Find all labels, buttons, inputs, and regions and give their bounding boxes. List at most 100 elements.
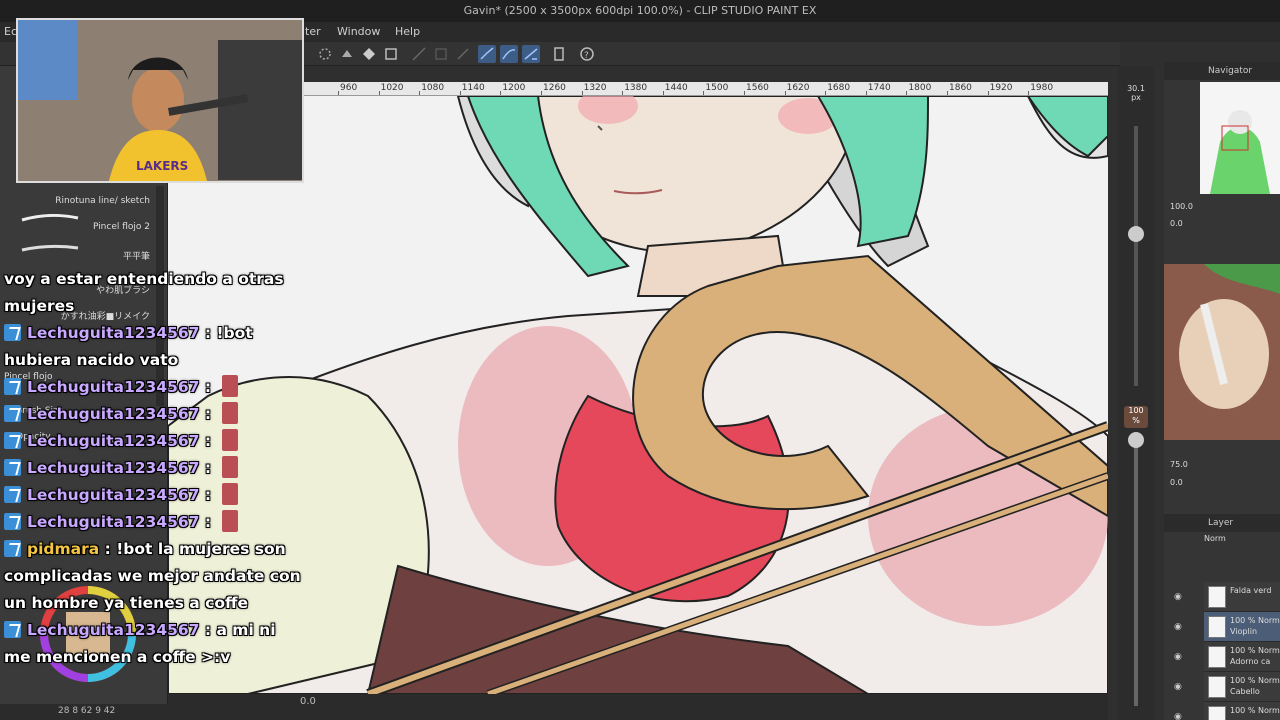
- layer-name: Vioplin: [1230, 627, 1258, 636]
- emote-icon: [222, 429, 239, 451]
- chat-username[interactable]: pidmara: [27, 540, 99, 558]
- size-value: 30.1: [1127, 84, 1145, 93]
- size-slider-track[interactable]: [1134, 126, 1138, 386]
- ruler-tick-label: 1800: [908, 83, 932, 93]
- menu-help[interactable]: Help: [395, 25, 420, 38]
- chat-username[interactable]: Lechuguita1234567: [27, 513, 199, 531]
- svg-text:LAKERS: LAKERS: [136, 159, 188, 173]
- prime-badge-icon: [4, 432, 21, 449]
- canvas-zoom-readout[interactable]: 0.0: [300, 696, 316, 707]
- subview-zoom[interactable]: 75.0: [1170, 460, 1188, 469]
- navigator-header: Navigator: [1164, 62, 1280, 80]
- chat-message: complicadas we mejor andate con: [0, 563, 301, 590]
- opacity-slider-knob[interactable]: [1128, 432, 1144, 448]
- emote-icon: [222, 483, 239, 505]
- emote-icon: [222, 456, 239, 478]
- chat-message: hubiera nacido vato: [0, 347, 300, 374]
- ruler-tick: [662, 91, 664, 95]
- layer-info: 100 % Norm Vioplin: [1230, 615, 1280, 637]
- chat-message: Lechuguita1234567 :: [0, 482, 300, 509]
- visibility-eye-icon[interactable]: ◉: [1174, 622, 1186, 632]
- ruler-tick: [703, 91, 705, 95]
- chat-separator: :: [199, 432, 217, 450]
- fill-icon[interactable]: [338, 45, 356, 63]
- transform-icon[interactable]: [316, 45, 334, 63]
- ruler-tick: [744, 91, 745, 95]
- chat-separator: :: [199, 621, 217, 639]
- visibility-eye-icon[interactable]: ◉: [1174, 592, 1186, 602]
- layer-info: 100 % Norm: [1230, 705, 1280, 716]
- snap-ruler-icon[interactable]: [478, 45, 496, 63]
- subview-rotation[interactable]: 0.0: [1170, 478, 1183, 487]
- opacity-readout: 100 %: [1124, 406, 1148, 428]
- ruler-tick: [1028, 91, 1030, 95]
- chat-message: voy a estar entendiendo a otras: [0, 266, 300, 293]
- bucket-icon[interactable]: [360, 45, 378, 63]
- size-slider-knob[interactable]: [1128, 226, 1144, 242]
- ruler-tick-label: 1920: [989, 83, 1013, 93]
- snap-disabled-icon[interactable]: [454, 45, 472, 63]
- navigator-zoom[interactable]: 100.0: [1170, 202, 1193, 211]
- chat-message: Lechuguita1234567 : a mi ni: [0, 617, 300, 644]
- crop-icon[interactable]: [382, 45, 400, 63]
- menu-filter[interactable]: lter: [302, 25, 321, 38]
- navigator-rotation[interactable]: 0.0: [1170, 219, 1183, 228]
- prime-badge-icon: [4, 405, 21, 422]
- navigator-title: Navigator: [1208, 66, 1253, 76]
- ruler-tick-label: 1680: [827, 83, 851, 93]
- chat-username[interactable]: Lechuguita1234567: [27, 486, 199, 504]
- device-icon[interactable]: [550, 45, 568, 63]
- app-window: Gavin* (2500 x 3500px 600dpi 100.0%) - C…: [0, 0, 1280, 720]
- help-icon[interactable]: ?: [578, 45, 596, 63]
- chat-username[interactable]: Lechuguita1234567: [27, 432, 199, 450]
- chat-username[interactable]: Lechuguita1234567: [27, 378, 199, 396]
- drawing-canvas[interactable]: [168, 96, 1108, 694]
- visibility-eye-icon[interactable]: ◉: [1174, 652, 1186, 662]
- chat-username[interactable]: Lechuguita1234567: [27, 324, 199, 342]
- layer-row[interactable]: 100 % Norm Vioplin: [1204, 612, 1280, 642]
- visibility-eye-icon[interactable]: ◉: [1174, 682, 1186, 692]
- visibility-eye-icon[interactable]: ◉: [1174, 712, 1186, 720]
- ruler-tick: [865, 91, 867, 95]
- ruler-tick: [622, 91, 624, 95]
- brush-item[interactable]: Rinotuna line/ sketch: [16, 180, 156, 208]
- chat-message: mujeres: [0, 293, 300, 320]
- prime-badge-icon: [4, 513, 21, 530]
- brush-item[interactable]: 平平筆: [16, 236, 156, 264]
- snap-grid-icon[interactable]: [522, 45, 540, 63]
- layer-row[interactable]: 100 % Norm: [1204, 702, 1280, 720]
- chat-text: un hombre ya tienes a coffe: [4, 594, 249, 612]
- ruler-tick-label: 1740: [867, 83, 891, 93]
- chat-text: !bot la mujeres son: [116, 540, 286, 558]
- ruler-tick-label: 1140: [461, 83, 485, 93]
- horizontal-ruler: 960 1020 1080 1140 1200 1260 1320 1380 1440 1500 1…: [304, 82, 1108, 96]
- layer-row[interactable]: 100 % Norm Cabello: [1204, 672, 1280, 702]
- subview-preview[interactable]: [1164, 264, 1280, 440]
- layer-row[interactable]: 100 % Norm Adorno ca: [1204, 642, 1280, 672]
- chat-username[interactable]: Lechuguita1234567: [27, 621, 199, 639]
- ruler-tick: [947, 91, 948, 95]
- prime-badge-icon: [4, 540, 21, 557]
- blend-mode-select[interactable]: Norm: [1204, 534, 1226, 543]
- size-readout: 30.1 px: [1126, 84, 1146, 102]
- menu-window[interactable]: Window: [337, 25, 380, 38]
- navigator-preview[interactable]: [1200, 82, 1280, 194]
- ruler-tick: [338, 91, 339, 95]
- layer-row[interactable]: Falda verd: [1204, 582, 1280, 612]
- chat-username[interactable]: Lechuguita1234567: [27, 405, 199, 423]
- ruler-tick-label: 1620: [786, 83, 810, 93]
- layer-panel-title: Layer: [1208, 518, 1234, 528]
- chat-username[interactable]: Lechuguita1234567: [27, 459, 199, 477]
- brush-stroke-preview: [21, 244, 79, 252]
- ruler-disabled-icon[interactable]: [410, 45, 428, 63]
- opacity-slider-track[interactable]: [1134, 436, 1138, 706]
- layer-thumbnail: [1208, 676, 1226, 698]
- prime-badge-icon: [4, 324, 21, 341]
- chat-text: complicadas we mejor andate con: [4, 567, 301, 585]
- brush-item[interactable]: Pincel flojo 2: [16, 206, 156, 234]
- ruler-tick: [378, 91, 380, 95]
- ruler-tick-label: 1320: [583, 83, 607, 93]
- layer-thumbnail: [1208, 646, 1226, 668]
- grid-disabled-icon[interactable]: [432, 45, 450, 63]
- snap-special-ruler-icon[interactable]: [500, 45, 518, 63]
